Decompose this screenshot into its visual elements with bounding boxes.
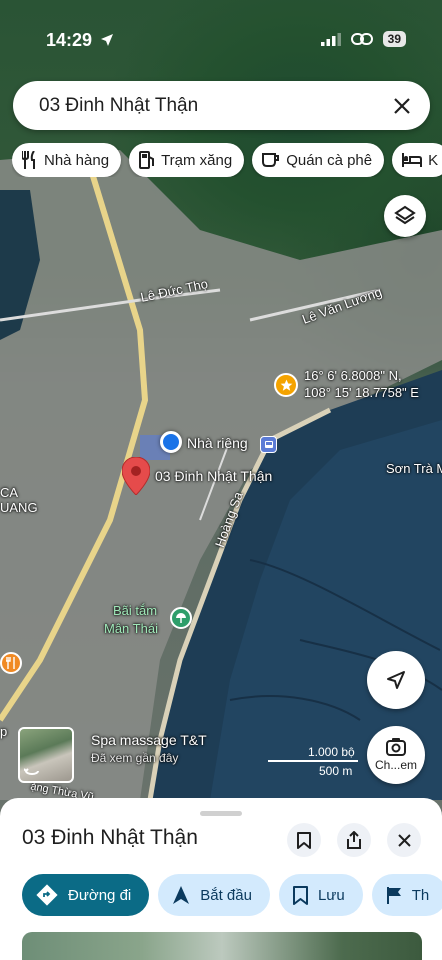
chip-label: Quán cà phê [286,151,373,169]
star-icon [280,379,292,391]
sheet-drag-handle[interactable] [200,811,242,816]
save-button[interactable]: Lưu [278,874,363,916]
umbrella-icon [176,613,186,623]
place-photos[interactable] [22,932,422,960]
flag-button[interactable]: Th [371,874,442,916]
chip-label: Nhà hàng [44,151,110,169]
street-view-icon [24,768,39,775]
chip-hotels[interactable]: K [392,143,442,177]
link-icon [350,33,373,45]
chip-restaurants[interactable]: Nhà hàng [12,143,122,177]
map-scale: 1.000 bộ 500 m [268,745,358,778]
beach-marker[interactable] [170,607,192,629]
share-icon [347,831,361,849]
layers-button[interactable] [384,195,426,237]
signal-icon [320,32,341,46]
action-label: Lưu [317,886,345,904]
coordinate-label: 16° 6' 6.8008" N, 108° 15' 18.7758" E [304,367,419,401]
bus-stop-marker[interactable] [260,436,277,453]
search-input[interactable]: 03 Đinh Nhật Thận [39,95,390,117]
coffee-icon [262,153,280,167]
chip-label: Trạm xăng [161,151,233,169]
directions-button[interactable]: Đường đi [22,874,150,916]
pin-label: 03 Đinh Nhật Thận [155,468,273,484]
street-view-thumbnail[interactable] [18,727,74,783]
spa-name[interactable]: Spa massage T&T [91,732,207,748]
chip-label: K [428,151,439,169]
beach-label-bai-tam: Bãi tắm [113,603,158,618]
home-location-marker[interactable] [160,431,182,453]
status-bar: 14:29 39 [0,0,442,72]
location-pin[interactable] [121,456,151,500]
area-label-ca: CA [0,485,19,500]
navigation-arrow-icon [173,886,190,904]
clock: 14:29 [46,30,93,50]
battery-level: 39 [382,31,406,47]
latitude-text: 16° 6' 6.8008" N, [304,368,402,383]
action-label: Bắt đầu [200,886,252,904]
flag-icon [386,886,401,904]
bus-icon [264,440,273,448]
gas-station-icon [139,151,155,169]
start-button[interactable]: Bắt đầu [158,874,270,916]
chip-coffee[interactable]: Quán cà phê [252,143,385,177]
share-label: Ch...em [374,758,417,772]
longitude-text: 108° 15' 18.7758" E [304,385,419,400]
scale-metric: 500 m [319,764,353,778]
home-label: Nhà riêng [187,435,248,451]
share-location-button[interactable]: Ch...em [367,726,425,784]
save-place-button[interactable] [287,823,321,857]
hotel-icon [402,153,423,167]
action-buttons: Đường đi Bắt đầu Lưu Th [22,874,442,916]
directions-icon [36,884,58,906]
camera-share-icon [386,738,406,756]
close-icon [394,97,410,114]
restaurant-icon [22,151,35,169]
place-title: 03 Đinh Nhật Thận [22,826,198,849]
fork-knife-icon [6,657,15,669]
close-sheet-button[interactable] [387,823,421,857]
map-pin-icon [121,456,151,496]
chip-gas-stations[interactable]: Trạm xăng [129,143,245,177]
beach-label-man-thai: Mân Thái [104,621,158,636]
dropped-coordinate-marker[interactable] [274,373,298,397]
close-icon [397,833,411,847]
area-label-p: p [0,724,8,739]
navigation-arrow-icon [387,671,405,689]
clear-search-button[interactable] [390,94,414,118]
action-label: Th [411,886,430,904]
my-location-button[interactable] [367,651,425,709]
area-label-son-tra: Sơn Trà M [386,461,442,476]
restaurant-marker[interactable] [0,652,22,674]
spa-status: Đã xem gần đây [91,751,179,765]
bookmark-icon [292,885,308,905]
share-button[interactable] [337,823,371,857]
category-chips: Nhà hàng Trạm xăng Quán cà phê K [12,143,442,177]
layers-icon [394,205,416,225]
search-bar[interactable]: 03 Đinh Nhật Thận [13,81,430,130]
scale-bar [268,760,358,762]
area-label-uang: UANG [0,500,38,515]
action-label: Đường đi [68,886,132,904]
location-arrow-icon [101,34,113,46]
scale-imperial: 1.000 bộ [308,745,355,759]
bookmark-icon [297,831,311,849]
